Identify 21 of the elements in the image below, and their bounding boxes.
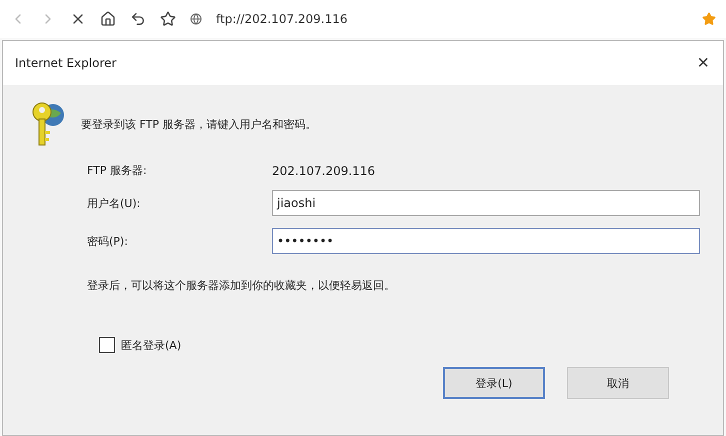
hint-text: 登录后，可以将这个服务器添加到你的收藏夹，以便轻易返回。 <box>87 278 396 293</box>
server-address: 202.107.209.116 <box>272 164 376 178</box>
dialog-button[interactable]: 取消 <box>567 367 669 399</box>
anonymous-checkbox[interactable] <box>99 337 115 353</box>
dialog-button[interactable]: 登录(L) <box>443 367 545 399</box>
favorite-star-icon[interactable] <box>702 12 716 26</box>
dialog-title: Internet Explorer <box>15 56 116 70</box>
close-button[interactable]: × <box>693 52 713 74</box>
home-icon[interactable] <box>100 11 116 27</box>
input-field[interactable]: jiaoshi <box>272 190 700 216</box>
field-label: 用户名(U): <box>87 196 142 210</box>
field-label: FTP 服务器: <box>87 163 148 178</box>
star-icon[interactable] <box>160 11 176 27</box>
globe-icon <box>190 13 202 25</box>
input-field[interactable]: •••••••• <box>272 228 700 254</box>
refresh-icon[interactable] <box>130 11 146 27</box>
address-text[interactable]: ftp://202.107.209.116 <box>216 12 348 26</box>
key-globe-icon <box>31 101 65 147</box>
field-label: 密码(P): <box>87 234 129 248</box>
checkbox-label[interactable]: 匿名登录(A) <box>121 338 182 352</box>
prompt-message: 要登录到该 FTP 服务器，请键入用户名和密码。 <box>81 116 316 132</box>
